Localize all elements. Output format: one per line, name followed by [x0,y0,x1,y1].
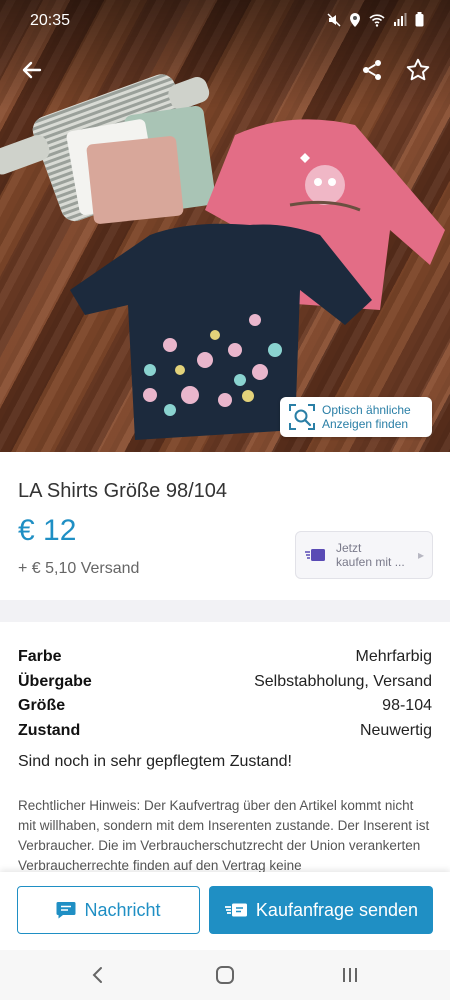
buy-now-button[interactable]: Jetzt kaufen mit ... ▸ [295,531,433,579]
back-arrow-icon [22,61,42,79]
status-bar: 20:35 [0,0,450,44]
attribute-row: Übergabe Selbstabholung, Versand [18,670,432,695]
listing-price: € 12 [18,514,77,547]
listing-title: LA Shirts Größe 98/104 [18,480,228,502]
visual-search-line1: Optisch ähnliche [322,403,411,417]
visual-search-button[interactable]: Optisch ähnliche Anzeigen finden [280,397,432,437]
shipping-cost: + € 5,10 Versand [18,560,140,577]
attribute-list: Farbe Mehrfarbig Übergabe Selbstabholung… [18,645,432,743]
wifi-icon [369,13,385,27]
attribute-row: Größe 98-104 [18,694,432,719]
buy-now-line1: Jetzt [336,541,362,555]
signal-icon [394,12,407,26]
attribute-row: Farbe Mehrfarbig [18,645,432,670]
attribute-key: Größe [18,697,66,715]
system-nav-bar [0,950,450,1000]
visual-search-label: Optisch ähnliche Anzeigen finden [322,403,411,431]
buy-request-label: Kaufanfrage senden [255,899,419,920]
attribute-key: Farbe [18,648,62,666]
action-bar: Nachricht Kaufanfrage senden [0,872,450,950]
location-icon [350,12,360,27]
fast-delivery-icon [305,549,325,561]
nav-recents-button[interactable] [330,960,370,990]
chat-bubble-icon [56,902,76,919]
share-icon [363,60,381,80]
visual-search-line2: Anzeigen finden [322,417,409,431]
legal-notice: Rechtlicher Hinweis: Der Kaufvertrag übe… [18,798,430,873]
attribute-value: 98-104 [382,697,432,715]
listing-description: Sind noch in sehr gepflegtem Zustand! [18,753,292,770]
nav-home-button[interactable] [205,960,245,990]
photo-toolbar [0,48,450,92]
fast-delivery-icon [224,903,247,917]
attribute-value: Mehrfarbig [355,648,432,666]
attribute-value: Neuwertig [359,721,432,739]
favorite-button[interactable] [396,48,440,92]
section-divider [0,600,450,622]
visual-search-icon [289,404,315,430]
battery-icon [415,12,424,27]
message-button-label: Nachricht [84,899,161,920]
back-nav-icon [92,967,102,983]
status-time: 20:35 [30,12,71,29]
buy-request-button[interactable]: Kaufanfrage senden [209,886,433,934]
star-outline-icon [406,58,430,81]
buy-now-line2: kaufen mit ... [336,555,405,569]
home-nav-icon [216,966,234,984]
buy-now-label: Jetzt kaufen mit ... [336,541,405,569]
share-button[interactable] [350,48,394,92]
attribute-key: Übergabe [18,672,92,690]
message-button[interactable]: Nachricht [17,886,200,934]
attribute-row: Zustand Neuwertig [18,719,432,744]
nav-back-button[interactable] [78,960,118,990]
back-button[interactable] [10,48,54,92]
chevron-right-icon: ▸ [417,548,424,562]
status-icons [327,12,424,27]
attribute-key: Zustand [18,721,81,739]
attribute-value: Selbstabholung, Versand [254,672,432,690]
mute-icon [327,12,341,27]
recent-apps-icon [343,968,357,982]
